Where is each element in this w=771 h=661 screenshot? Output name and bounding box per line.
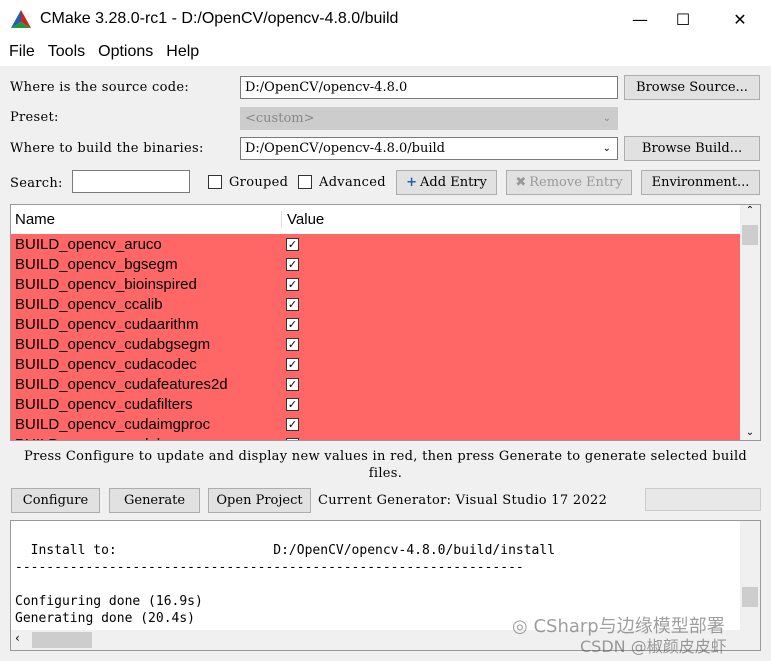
output-hscroll-thumb[interactable] xyxy=(32,632,92,648)
table-row[interactable]: BUILD_opencv_cudacodec ✓ xyxy=(11,354,740,374)
wechat-icon: ◎ xyxy=(512,616,528,637)
close-button[interactable]: ✕ xyxy=(714,0,766,38)
entry-name: BUILD_opencv_cudalegacy xyxy=(11,436,282,441)
table-row[interactable]: BUILD_opencv_aruco ✓ xyxy=(11,234,740,254)
preset-select[interactable]: <custom> ⌄ xyxy=(240,107,618,130)
table-row[interactable]: BUILD_opencv_ccalib ✓ xyxy=(11,294,740,314)
cmake-logo-icon xyxy=(11,10,31,28)
entry-checkbox[interactable]: ✓ xyxy=(286,377,299,391)
table-row[interactable]: BUILD_opencv_cudaarithm ✓ xyxy=(11,314,740,334)
entry-checkbox[interactable]: ✓ xyxy=(286,397,299,411)
browse-build-button[interactable]: Browse Build... xyxy=(624,136,760,161)
entry-checkbox[interactable]: ✓ xyxy=(286,317,299,331)
menu-tools[interactable]: Tools xyxy=(48,43,85,61)
entry-checkbox[interactable]: ✓ xyxy=(286,417,299,431)
grouped-label: Grouped xyxy=(229,175,289,190)
menu-help[interactable]: Help xyxy=(166,43,199,61)
title-bar: CMake 3.28.0-rc1 - D:/OpenCV/opencv-4.8.… xyxy=(0,0,771,38)
entry-name: BUILD_opencv_cudafeatures2d xyxy=(15,375,228,393)
table-row[interactable]: BUILD_opencv_cudafeatures2d ✓ xyxy=(11,374,740,394)
table-row[interactable]: BUILD_opencv_cudabgsegm ✓ xyxy=(11,334,740,354)
build-select[interactable]: D:/OpenCV/opencv-4.8.0/build ⌄ xyxy=(240,137,618,160)
table-row[interactable]: BUILD_opencv_bgsegm ✓ xyxy=(11,254,740,274)
grouped-checkbox[interactable] xyxy=(208,175,222,189)
window-title: CMake 3.28.0-rc1 - D:/OpenCV/opencv-4.8.… xyxy=(40,10,399,27)
build-label: Where to build the binaries: xyxy=(10,141,204,156)
entry-name: BUILD_opencv_bioinspired xyxy=(15,275,197,293)
preset-value: <custom> xyxy=(245,111,315,126)
menu-file[interactable]: File xyxy=(9,43,35,61)
entry-checkbox[interactable]: ✓ xyxy=(286,237,299,251)
add-entry-label: Add Entry xyxy=(420,175,487,190)
remove-icon: ✖ xyxy=(515,175,527,190)
search-label: Search: xyxy=(10,176,63,191)
current-generator: Current Generator: Visual Studio 17 2022 xyxy=(318,493,608,508)
entry-name: BUILD_opencv_cudacodec xyxy=(15,355,197,373)
source-label: Where is the source code: xyxy=(10,80,190,95)
scroll-down-icon[interactable]: ⌄ xyxy=(740,427,760,438)
entry-checkbox[interactable]: ✓ xyxy=(286,437,299,440)
entry-checkbox[interactable]: ✓ xyxy=(286,357,299,371)
entry-name: BUILD_opencv_cudafilters xyxy=(15,395,193,413)
advanced-label: Advanced xyxy=(319,175,386,190)
environment-button[interactable]: Environment... xyxy=(641,170,760,195)
scroll-up-icon[interactable]: ⌃ xyxy=(740,205,760,216)
watermark-line2: CSDN @椒颜皮皮虾 xyxy=(580,637,727,656)
table-row[interactable]: BUILD_opencv_cudaimgproc ✓ xyxy=(11,414,740,434)
entry-name: BUILD_opencv_cudaarithm xyxy=(15,315,199,333)
column-name[interactable]: Name xyxy=(11,211,282,228)
table-row[interactable]: BUILD_opencv_cudafilters ✓ xyxy=(11,394,740,414)
remove-entry-button[interactable]: ✖ Remove Entry xyxy=(506,170,632,195)
browse-source-button[interactable]: Browse Source... xyxy=(624,75,760,100)
entry-checkbox[interactable]: ✓ xyxy=(286,257,299,271)
entry-name: BUILD_opencv_ccalib xyxy=(15,295,163,313)
build-value: D:/OpenCV/opencv-4.8.0/build xyxy=(245,141,445,156)
remove-entry-label: Remove Entry xyxy=(529,175,623,190)
entry-checkbox[interactable]: ✓ xyxy=(286,337,299,351)
output-vscrollbar[interactable] xyxy=(740,521,760,631)
advanced-checkbox[interactable] xyxy=(298,175,312,189)
hint-text: Press Configure to update and display ne… xyxy=(23,449,748,481)
plus-icon: + xyxy=(406,175,418,190)
preset-label: Preset: xyxy=(10,110,59,125)
configure-button[interactable]: Configure xyxy=(11,488,100,513)
entry-checkbox[interactable]: ✓ xyxy=(286,297,299,311)
output-scroll-thumb[interactable] xyxy=(742,587,758,607)
add-entry-button[interactable]: + Add Entry xyxy=(396,170,497,195)
entry-name: BUILD_opencv_cudaimgproc xyxy=(15,415,211,433)
chevron-down-icon: ⌄ xyxy=(602,113,611,124)
source-input[interactable]: D:/OpenCV/opencv-4.8.0 xyxy=(240,76,618,99)
entry-name: BUILD_opencv_aruco xyxy=(15,235,162,253)
table-row[interactable]: BUILD_opencv_bioinspired ✓ xyxy=(11,274,740,294)
entry-checkbox[interactable]: ✓ xyxy=(286,277,299,291)
column-value[interactable]: Value xyxy=(282,211,324,228)
entry-name: BUILD_opencv_cudabgsegm xyxy=(15,335,211,353)
chevron-down-icon: ⌄ xyxy=(602,143,611,154)
table-header: Name Value xyxy=(11,205,760,234)
search-input[interactable] xyxy=(72,170,190,193)
entry-name: BUILD_opencv_bgsegm xyxy=(15,255,178,273)
output-text: Install to: D:/OpenCV/opencv-4.8.0/build… xyxy=(15,543,556,626)
menu-bar: File Tools Options Help xyxy=(0,38,771,66)
generate-button[interactable]: Generate xyxy=(109,488,200,513)
menu-options[interactable]: Options xyxy=(98,43,153,61)
scroll-left-icon[interactable]: ‹ xyxy=(15,631,20,645)
table-row[interactable]: BUILD_opencv_cudalegacy ✓ xyxy=(11,434,740,441)
maximize-button[interactable]: ☐ xyxy=(657,0,709,38)
progress-bar xyxy=(645,488,761,511)
scroll-thumb[interactable] xyxy=(742,225,758,245)
open-project-button[interactable]: Open Project xyxy=(208,488,311,513)
table-scrollbar[interactable]: ⌃ ⌄ xyxy=(740,205,760,440)
cache-table: Name Value BUILD_opencv_aruco ✓ BUILD_open… xyxy=(10,204,761,441)
